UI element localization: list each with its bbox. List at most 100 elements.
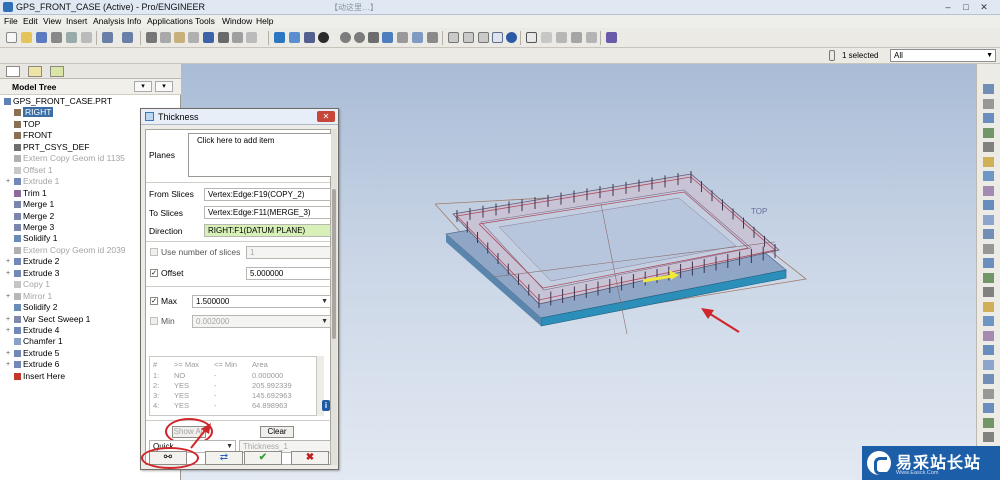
tree-show-button[interactable]: ▾: [155, 81, 173, 92]
hidden-line-icon[interactable]: [463, 32, 474, 43]
no-hidden-icon[interactable]: [478, 32, 489, 43]
tree-item[interactable]: + Extrude 4: [6, 325, 59, 336]
rib-tool-icon[interactable]: [983, 316, 994, 326]
datum-curve-tool-icon[interactable]: [983, 113, 994, 123]
cut-icon[interactable]: [146, 32, 157, 43]
model-tree-tab[interactable]: [6, 66, 20, 77]
maximize-button[interactable]: □: [958, 1, 974, 13]
max-value-field[interactable]: 1.500000 ▼: [192, 295, 331, 308]
to-slices-field[interactable]: Vertex:Edge:F11(MERGE_3): [204, 206, 331, 219]
tree-item[interactable]: + Extrude 2: [6, 256, 59, 267]
tree-item[interactable]: PRT_CSYS_DEF: [14, 142, 89, 153]
print-icon[interactable]: [51, 32, 62, 43]
layers-icon[interactable]: [427, 32, 438, 43]
expand-icon[interactable]: +: [6, 291, 10, 302]
repaint-icon[interactable]: [274, 32, 285, 43]
tree-item[interactable]: + Extrude 6: [6, 359, 59, 370]
selection-filter-dropdown[interactable]: All ▼: [890, 49, 996, 62]
paste-special-icon[interactable]: [188, 32, 199, 43]
revolve-tool-icon[interactable]: [983, 243, 994, 254]
reorient-icon[interactable]: [382, 32, 393, 43]
min-checkbox[interactable]: [150, 317, 158, 325]
extrude-tool-icon[interactable]: [983, 229, 994, 239]
menu-file[interactable]: File: [4, 16, 18, 26]
analysis-tool-icon[interactable]: [983, 171, 994, 181]
new-file-icon[interactable]: [6, 32, 17, 43]
datum-plane-tool-icon[interactable]: [983, 84, 994, 94]
min-value-field[interactable]: 0.002000 ▼: [192, 315, 331, 328]
merge-tool-icon[interactable]: [983, 403, 994, 413]
redo-icon[interactable]: [122, 32, 133, 43]
ok-button[interactable]: ✔: [244, 451, 282, 465]
from-slices-field[interactable]: Vertex:Edge:F19(COPY_2): [204, 188, 331, 201]
display-style-icon[interactable]: [318, 32, 329, 43]
tree-item[interactable]: Merge 1: [14, 199, 54, 210]
cosmetic-tool-icon[interactable]: [983, 185, 994, 196]
save-icon[interactable]: [36, 32, 47, 43]
tree-item[interactable]: Extern Copy Geom id 2039: [14, 245, 126, 256]
menu-insert[interactable]: Insert: [66, 16, 87, 26]
pin-icon[interactable]: [829, 50, 835, 61]
cancel-button[interactable]: ✖: [291, 451, 329, 465]
tree-item[interactable]: Copy 1: [14, 279, 50, 290]
open-file-icon[interactable]: [21, 32, 32, 43]
copy-icon[interactable]: [160, 32, 171, 43]
clear-button[interactable]: Clear: [260, 426, 294, 438]
find-icon[interactable]: [218, 32, 229, 43]
dialog-scrollbar[interactable]: [331, 129, 337, 465]
expand-icon[interactable]: +: [6, 176, 10, 187]
regenerate-icon[interactable]: [203, 32, 214, 43]
tree-settings-button[interactable]: ▾: [134, 81, 152, 92]
expand-icon[interactable]: +: [6, 325, 10, 336]
tree-item[interactable]: GPS_FRONT_CASE.PRT: [4, 96, 112, 107]
menu-help[interactable]: Help: [256, 16, 273, 26]
spin-center-icon[interactable]: [289, 32, 300, 43]
menu-view[interactable]: View: [43, 16, 61, 26]
offset-tool-icon[interactable]: [983, 432, 994, 442]
datum-axes-toggle-icon[interactable]: [541, 32, 552, 43]
context-help-icon[interactable]: [606, 32, 617, 43]
expand-icon[interactable]: +: [6, 256, 10, 267]
direction-field[interactable]: RIGHT:F1(DATUM PLANE): [204, 224, 331, 237]
menu-window[interactable]: Window: [222, 16, 252, 26]
dialog-close-button[interactable]: ✕: [317, 111, 335, 122]
offset-field[interactable]: 5.000000: [246, 267, 331, 280]
dialog-title-bar[interactable]: Thickness ✕: [141, 109, 338, 125]
tree-item[interactable]: TOP: [14, 119, 40, 130]
undo-icon[interactable]: [102, 32, 113, 43]
tree-item[interactable]: Solidify 1: [14, 233, 58, 244]
minimize-button[interactable]: –: [940, 1, 956, 13]
menu-tools[interactable]: Tools: [195, 16, 215, 26]
paste-tool-icon[interactable]: [983, 214, 994, 225]
tree-item[interactable]: + Extrude 5: [6, 348, 59, 359]
refit-icon[interactable]: [368, 32, 379, 43]
view-manager-icon[interactable]: [412, 32, 423, 43]
saved-views-icon[interactable]: [397, 32, 408, 43]
tree-item[interactable]: + Mirror 1: [6, 291, 52, 302]
tree-item[interactable]: Solidify 2: [14, 302, 58, 313]
trim-tool-icon[interactable]: [983, 417, 994, 428]
expand-icon[interactable]: +: [6, 359, 10, 370]
favorites-tab[interactable]: [50, 66, 64, 77]
selection-dropdown-icon[interactable]: [246, 32, 257, 43]
planes-collector[interactable]: Click here to add item: [188, 133, 332, 177]
use-number-of-slices-checkbox[interactable]: [150, 248, 158, 256]
round-tool-icon[interactable]: [983, 345, 994, 355]
tree-item[interactable]: Insert Here: [14, 371, 65, 382]
datum-points-toggle-icon[interactable]: [556, 32, 567, 43]
print-preview-icon[interactable]: [66, 32, 77, 43]
draft-tool-icon[interactable]: [983, 330, 994, 341]
number-of-slices-field[interactable]: 1: [246, 246, 331, 259]
tree-item[interactable]: Merge 3: [14, 222, 54, 233]
annotation-toggle-icon[interactable]: [586, 32, 597, 43]
tree-item[interactable]: Chamfer 1: [14, 336, 63, 347]
tree-item[interactable]: Offset 1: [14, 165, 53, 176]
hole-tool-icon[interactable]: [983, 287, 994, 297]
expand-icon[interactable]: +: [6, 268, 10, 279]
paste-icon[interactable]: [174, 32, 185, 43]
close-window-button[interactable]: ✕: [976, 1, 992, 13]
expand-icon[interactable]: +: [6, 348, 10, 359]
sketch-tool-icon[interactable]: [983, 156, 994, 167]
repeat-button[interactable]: ⇄: [205, 451, 243, 465]
menu-edit[interactable]: Edit: [23, 16, 38, 26]
